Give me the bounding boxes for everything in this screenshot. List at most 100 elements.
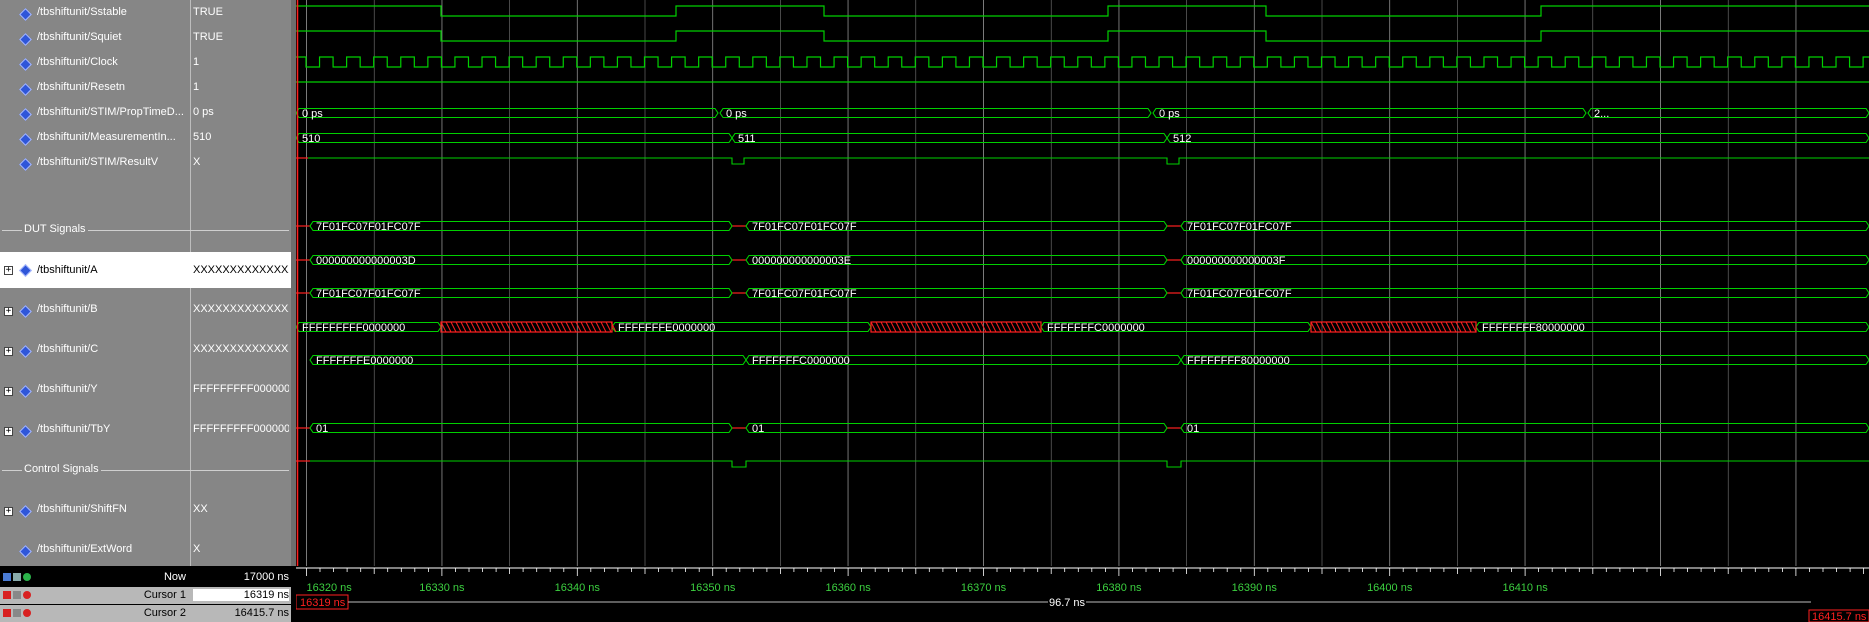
- signal-row-tby[interactable]: + /tbshiftunit/TbY FFFFFFFFF0000000: [0, 423, 291, 439]
- bus-y-unknown-hatch: [545, 321, 552, 333]
- expand-icon[interactable]: +: [4, 427, 13, 436]
- bus-y-unknown-hatch: [465, 321, 472, 333]
- ruler-label: 16350 ns: [690, 582, 736, 594]
- signal-value: TRUE: [193, 31, 223, 43]
- cursor-2-row[interactable]: Cursor 2 16415.7 ns: [0, 605, 291, 622]
- signal-row-shiftfn[interactable]: + /tbshiftunit/ShiftFN XX: [0, 503, 291, 519]
- signal-row-c[interactable]: + /tbshiftunit/C XXXXXXXXXXXXXXXX: [0, 343, 291, 359]
- signal-name: /tbshiftunit/C: [37, 343, 99, 355]
- signal-row-resetn[interactable]: /tbshiftunit/Resetn 1: [0, 81, 291, 97]
- bus-y-unknown-hatch: [1345, 321, 1352, 333]
- bus-y-unknown-hatch: [1460, 321, 1467, 333]
- signal-row-y[interactable]: + /tbshiftunit/Y FFFFFFFFF0000000: [0, 383, 291, 399]
- bus-y-unknown-hatch: [1315, 321, 1322, 333]
- edit-icon[interactable]: [13, 609, 21, 617]
- bus-y-unknown-hatch: [1415, 321, 1422, 333]
- signal-name: /tbshiftunit/TbY: [37, 423, 111, 435]
- bus-y-unknown-hatch: [1390, 321, 1397, 333]
- now-value: 17000 ns: [243, 571, 289, 583]
- lock-icon[interactable]: [3, 591, 11, 599]
- bus-y-unknown-hatch: [1000, 321, 1007, 333]
- cursor-2-value: 16415.7 ns: [234, 607, 289, 619]
- bus-measurement-segment: [1166, 132, 1869, 144]
- bus-y-unknown-hatch: [1035, 321, 1042, 333]
- signal-value: FFFFFFFFF0000000: [193, 383, 289, 395]
- edit-icon[interactable]: [13, 591, 21, 599]
- bus-shiftfn-segment: [309, 422, 733, 434]
- bus-y-unknown-hatch: [1025, 321, 1032, 333]
- wave-resultv: [296, 157, 1869, 165]
- signal-icon: [19, 264, 32, 277]
- bus-y-unknown-hatch: [505, 321, 512, 333]
- expand-icon[interactable]: +: [4, 507, 13, 516]
- bus-y-unknown-hatch: [1325, 321, 1332, 333]
- signal-icon: [19, 8, 32, 21]
- bus-y-unknown-hatch: [985, 321, 992, 333]
- now-row: Now 17000 ns: [0, 569, 291, 586]
- signal-row-squiet[interactable]: /tbshiftunit/Squiet TRUE: [0, 31, 291, 47]
- bus-y-unknown-hatch: [920, 321, 927, 333]
- ruler-label: 16360 ns: [825, 582, 871, 594]
- lock-icon[interactable]: [3, 609, 11, 617]
- ruler-label: 16370 ns: [961, 582, 1007, 594]
- remove-cursor-icon[interactable]: [23, 609, 31, 617]
- zoom-icon[interactable]: [3, 573, 11, 581]
- bus-c-value: 7F01FC07F01FC07F: [752, 288, 857, 300]
- signal-row-sstable[interactable]: /tbshiftunit/Sstable TRUE: [0, 6, 291, 22]
- signal-row-clock[interactable]: /tbshiftunit/Clock 1: [0, 56, 291, 72]
- signal-row-measurement[interactable]: /tbshiftunit/MeasurementIn... 510: [0, 131, 291, 147]
- bus-value-labels: 0 ps 0 ps 0 ps 2... 510 511 512 7F01FC07F01FC07…: [302, 108, 1609, 435]
- divider-dut-signals[interactable]: DUT Signals: [0, 223, 291, 237]
- bus-b-value: 000000000000003D: [316, 255, 416, 267]
- bus-y-unknown-hatch: [445, 321, 452, 333]
- expand-icon[interactable]: +: [4, 347, 13, 356]
- bus-y-unknown-hatch: [515, 321, 522, 333]
- cursor-1-row[interactable]: Cursor 1 16319 ns: [0, 587, 291, 604]
- signal-row-extword[interactable]: /tbshiftunit/ExtWord X: [0, 543, 291, 559]
- remove-cursor-icon[interactable]: [23, 591, 31, 599]
- ruler-ticks: [296, 567, 1869, 576]
- signal-value: X: [193, 156, 201, 168]
- bus-y-unknown-hatch: [940, 321, 947, 333]
- signal-value: XXXXXXXXXXXXXXXX: [193, 264, 289, 276]
- bus-y-unknown-hatch: [605, 321, 612, 333]
- edit-icon[interactable]: [13, 573, 21, 581]
- bus-measurement-value: 512: [1173, 133, 1191, 145]
- divider-control-signals[interactable]: Control Signals: [0, 463, 291, 477]
- signal-row-b[interactable]: + /tbshiftunit/B XXXXXXXXXXXXXXXX: [0, 303, 291, 319]
- bus-y-unknown-hatch: [595, 321, 602, 333]
- bus-y-unknown-hatch: [905, 321, 912, 333]
- ruler-label: 16320 ns: [307, 582, 353, 594]
- signal-icon: [19, 425, 32, 438]
- bus-y-unknown-hatch: [490, 321, 497, 333]
- bus-y-unknown-hatch: [915, 321, 922, 333]
- signal-row-proptime[interactable]: /tbshiftunit/STIM/PropTimeD... 0 ps: [0, 106, 291, 122]
- waveform-canvas[interactable]: 0 ps 0 ps 0 ps 2... 510 511 512 7F01FC07F01FC07…: [296, 0, 1869, 566]
- signal-icon: [19, 33, 32, 46]
- ruler-labels: 16320 ns 16330 ns 16340 ns 16350 ns 16360 ns…: [307, 582, 1549, 594]
- signal-row-a[interactable]: + /tbshiftunit/A XXXXXXXXXXXXXXXX: [0, 252, 291, 288]
- signal-row-resultv[interactable]: /tbshiftunit/STIM/ResultV X: [0, 156, 291, 172]
- expand-icon[interactable]: +: [4, 266, 13, 275]
- bus-y-unknown-hatch: [1010, 321, 1017, 333]
- add-cursor-icon[interactable]: [23, 573, 31, 581]
- bus-y-unknown-hatch: [1350, 321, 1357, 333]
- bus-y-unknown-hatch: [1355, 321, 1362, 333]
- bus-y-unknown-hatch: [1020, 321, 1027, 333]
- ruler-label: 16400 ns: [1367, 582, 1413, 594]
- signal-icon: [19, 158, 32, 171]
- signal-icon: [19, 108, 32, 121]
- expand-icon[interactable]: +: [4, 387, 13, 396]
- expand-icon[interactable]: +: [4, 307, 13, 316]
- time-ruler[interactable]: 16320 ns 16330 ns 16340 ns 16350 ns 16360 ns…: [296, 566, 1869, 622]
- bus-measurement-segment: [731, 132, 1168, 144]
- signal-name: /tbshiftunit/STIM/PropTimeD...: [37, 106, 184, 118]
- bus-y-unknown-hatch: [585, 321, 592, 333]
- wave-clock: [296, 56, 1869, 68]
- bus-y-unknown-hatch: [960, 321, 967, 333]
- ruler-label: 16340 ns: [555, 582, 601, 594]
- bus-y-unknown-hatch: [500, 321, 507, 333]
- bus-y-unknown-hatch: [1340, 321, 1347, 333]
- bus-shiftfn-segment: [745, 422, 1168, 434]
- bus-y-unknown-hatch: [495, 321, 502, 333]
